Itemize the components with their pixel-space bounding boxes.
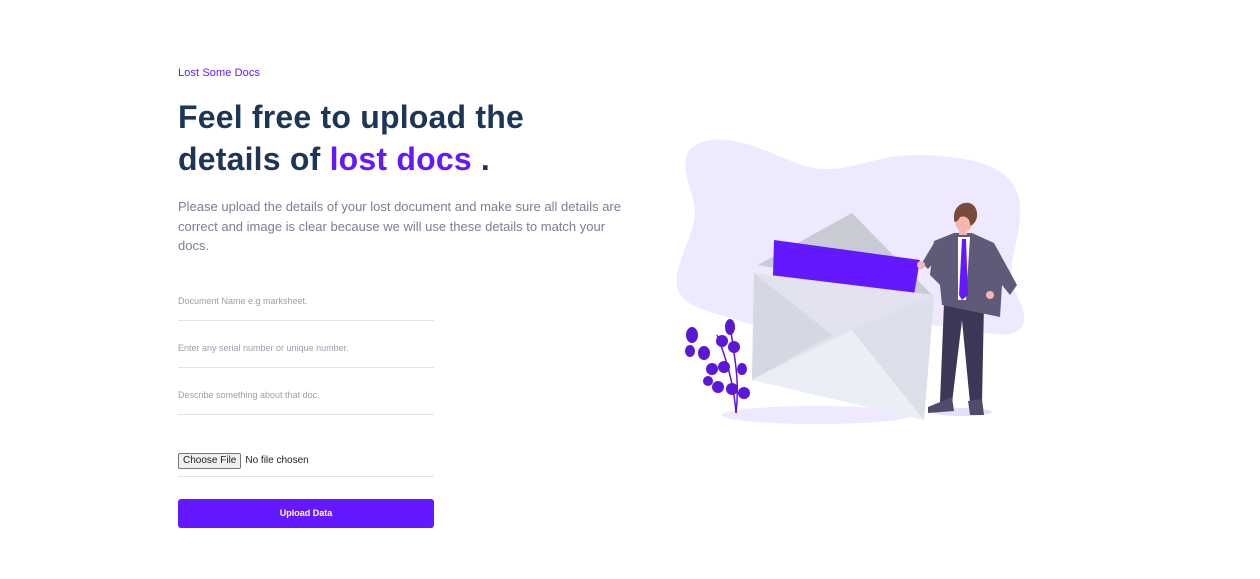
upload-section: Lost Some Docs Feel free to upload the d… (178, 60, 638, 528)
choose-file-button[interactable]: Choose File (178, 452, 242, 469)
file-input-row: Choose File No file chosen (178, 443, 434, 477)
doc-name-field-wrapper (178, 286, 434, 321)
envelope-man-illustration-icon (676, 139, 1025, 424)
title-line-2-suffix: . (471, 141, 491, 177)
title-accent: lost docs (329, 141, 472, 177)
description-field-wrapper (178, 380, 434, 415)
serial-number-input[interactable] (178, 342, 434, 353)
file-status-text: No file chosen (245, 454, 309, 466)
page-title: Feel free to upload the details of lost … (178, 96, 638, 180)
title-line-1: Feel free to upload the (178, 99, 524, 135)
upload-form: Choose File No file chosen Upload Data (178, 286, 434, 528)
serial-field-wrapper (178, 333, 434, 368)
description-input[interactable] (178, 389, 434, 400)
doc-name-input[interactable] (178, 295, 434, 306)
page-description: Please upload the details of your lost d… (178, 199, 621, 253)
title-line-2-prefix: details of (178, 141, 330, 177)
upload-data-button[interactable]: Upload Data (178, 498, 434, 528)
section-eyebrow: Lost Some Docs (178, 67, 261, 79)
plant (685, 319, 750, 414)
